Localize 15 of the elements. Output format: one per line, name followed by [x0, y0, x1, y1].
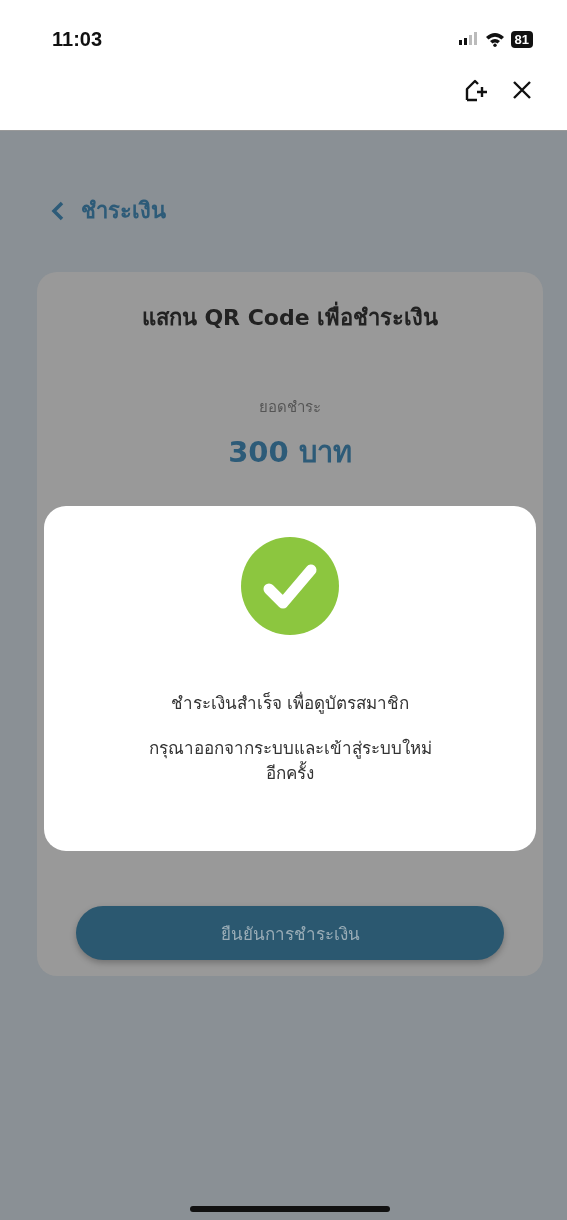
status-time: 11:03 [52, 27, 103, 51]
wifi-icon [484, 31, 505, 47]
close-icon[interactable] [511, 79, 533, 101]
card-title: แสกน QR Code เพื่อชำระเงิน [141, 300, 439, 335]
relogin-instruction: กรุณาออกจากระบบและเข้าสู่ระบบใหม่ อีกครั้ง [148, 737, 432, 785]
add-to-home-icon[interactable] [465, 78, 489, 102]
amount-label: ยอดชำระ [259, 397, 321, 418]
signal-icon [458, 32, 479, 46]
back-button[interactable]: ชำระเงิน [51, 193, 166, 228]
confirm-payment-button[interactable]: ยืนยันการชำระเงิน [76, 906, 504, 960]
check-circle-icon [241, 537, 339, 635]
success-message: ชำระเงินสำเร็จ เพื่อดูบัตรสมาชิก [170, 690, 410, 716]
chevron-left-icon [51, 199, 65, 222]
battery-level: 81 [510, 30, 533, 48]
amount-value: 300 บาท [228, 434, 352, 471]
